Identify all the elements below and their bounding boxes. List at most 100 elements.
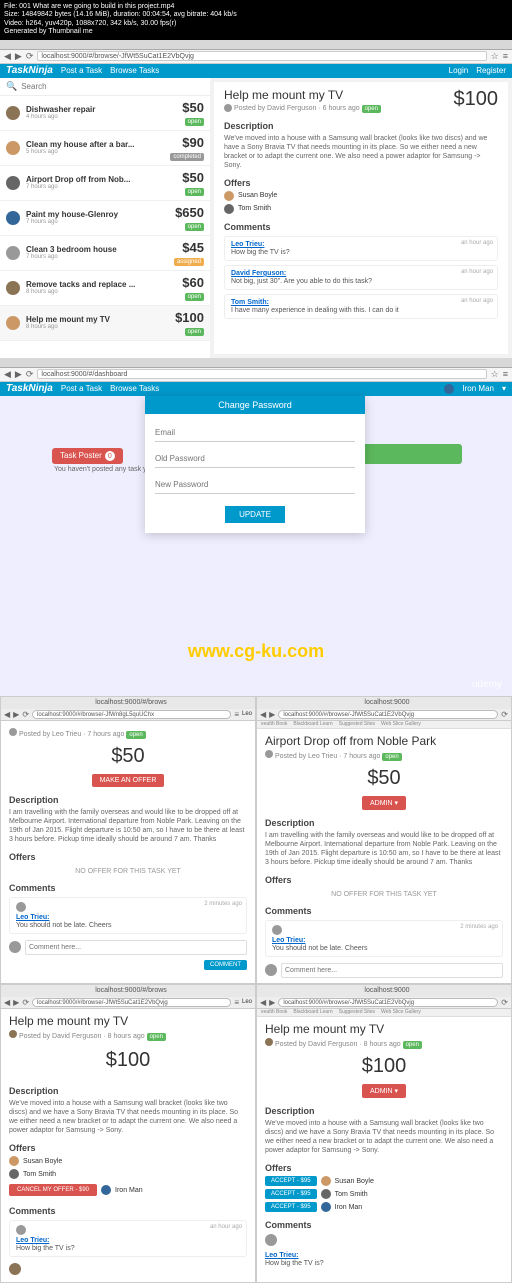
old-password-field[interactable] [155, 450, 355, 468]
url-input[interactable]: localhost:9000/#/dashboard [37, 369, 486, 379]
admin-button[interactable]: ADMIN ▾ [362, 1084, 406, 1098]
task-item[interactable]: Airport Drop off from Nob...7 hours ago$… [0, 166, 210, 201]
status-badge: open [185, 328, 204, 336]
comment-author[interactable]: Leo Trieu: [231, 241, 491, 248]
section-description: Description [265, 1106, 503, 1116]
bookmark[interactable]: Web Slice Gallery [381, 1009, 421, 1015]
task-item[interactable]: Remove tacks and replace ...8 hours ago$… [0, 271, 210, 306]
offer-name[interactable]: Tom Smith [335, 1191, 368, 1198]
star-icon[interactable]: ☆ [491, 369, 499, 380]
nav-user[interactable]: Iron Man [462, 384, 494, 393]
chevron-down-icon[interactable]: ▾ [502, 384, 506, 393]
new-password-field[interactable] [155, 476, 355, 494]
comment-author[interactable]: Leo Trieu: [16, 914, 240, 921]
email-field[interactable] [155, 424, 355, 442]
back-icon[interactable]: ◀ [260, 998, 266, 1007]
reload-icon[interactable]: ⟳ [26, 369, 34, 380]
comment-button[interactable]: COMMENT [204, 960, 247, 970]
avatar [16, 902, 26, 912]
url-input[interactable]: localhost:9000/#/browse/-JfWt5SuCat1E2Vb… [32, 998, 231, 1007]
bookmark[interactable]: eealth Book [261, 721, 287, 727]
nav-post-task[interactable]: Post a Task [61, 384, 102, 393]
offer-name[interactable]: Iron Man [115, 1187, 143, 1194]
cancel-offer-button[interactable]: CANCEL MY OFFER - $90 [9, 1184, 97, 1196]
comment-author[interactable]: Leo Trieu: [272, 937, 496, 944]
bookmark[interactable]: Blackboard Learn [293, 721, 332, 727]
offer-name[interactable]: Tom Smith [23, 1171, 56, 1178]
menu-icon[interactable]: ≡ [503, 51, 508, 61]
nav-browse-tasks[interactable]: Browse Tasks [110, 66, 159, 75]
brand-logo[interactable]: TaskNinja [6, 65, 53, 76]
star-icon[interactable]: ☆ [491, 51, 499, 62]
nav-post-task[interactable]: Post a Task [61, 66, 102, 75]
detail-price: $50 [265, 767, 503, 790]
task-detail: Help me mount my TV Posted by David Ferg… [214, 82, 508, 354]
accept-button[interactable]: ACCEPT - $95 [265, 1189, 317, 1199]
comment-author[interactable]: David Ferguson: [231, 270, 491, 277]
accept-button[interactable]: ACCEPT - $95 [265, 1176, 317, 1186]
bookmark[interactable]: Suggested Sites [339, 721, 375, 727]
url-input[interactable]: localhost:9000/#/browse/-JfWt5SuCat1E2Vb… [278, 710, 498, 719]
offer-name[interactable]: Iron Man [335, 1204, 363, 1211]
forward-icon[interactable]: ▶ [13, 710, 19, 719]
nav-user[interactable]: Leo [242, 999, 252, 1005]
make-offer-button[interactable]: MAKE AN OFFER [92, 774, 165, 787]
back-icon[interactable]: ◀ [4, 710, 10, 719]
forward-icon[interactable]: ▶ [269, 710, 275, 719]
forward-icon[interactable]: ▶ [15, 51, 22, 62]
comment-author[interactable]: Tom Smith: [231, 299, 491, 306]
back-icon[interactable]: ◀ [260, 710, 266, 719]
avatar[interactable] [444, 384, 454, 394]
bookmark[interactable]: Suggested Sites [339, 1009, 375, 1015]
back-icon[interactable]: ◀ [4, 51, 11, 62]
accept-button[interactable]: ACCEPT - $95 [265, 1202, 317, 1212]
bookmark[interactable]: eealth Book [261, 1009, 287, 1015]
admin-button[interactable]: ADMIN ▾ [362, 796, 406, 810]
task-item[interactable]: Paint my house-Glenroy7 hours ago$650ope… [0, 201, 210, 236]
nav-login[interactable]: Login [449, 66, 469, 75]
reload-icon[interactable]: ⟳ [22, 710, 29, 719]
back-icon[interactable]: ◀ [4, 998, 10, 1007]
section-description: Description [9, 1086, 247, 1096]
task-item[interactable]: Dishwasher repair4 hours ago$50open [0, 96, 210, 131]
comment-input[interactable] [281, 963, 503, 978]
task-item[interactable]: Clean 3 bedroom house7 hours ago$45assig… [0, 236, 210, 271]
url-input[interactable]: localhost:9000/#/browse/-JfWn8gL5quUChx [32, 710, 231, 719]
forward-icon[interactable]: ▶ [13, 998, 19, 1007]
bookmark[interactable]: Web Slice Gallery [381, 721, 421, 727]
detail-title: Airport Drop off from Noble Park [265, 734, 503, 748]
url-input[interactable]: localhost:9000/#/browse/-JfWt5SuCat1E2Vb… [278, 998, 498, 1007]
forward-icon[interactable]: ▶ [269, 998, 275, 1007]
task-item[interactable]: Help me mount my TV8 hours ago$100open [0, 306, 210, 341]
task-item[interactable]: Clean my house after a bar...5 hours ago… [0, 131, 210, 166]
reload-icon[interactable]: ⟳ [26, 51, 34, 62]
reload-icon[interactable]: ⟳ [501, 998, 508, 1007]
task-sub: 7 hours ago [26, 184, 176, 190]
bookmark[interactable]: Blackboard Learn [293, 1009, 332, 1015]
offer-name[interactable]: Susan Boyle [23, 1158, 62, 1165]
url-input[interactable]: localhost:9000/#/browse/-JfWt5SuCat1E2Vb… [37, 51, 486, 61]
menu-icon[interactable]: ≡ [503, 369, 508, 379]
task-title: Clean my house after a bar... [26, 140, 164, 149]
address-bar: ◀ ▶ ⟳ localhost:9000/#/dashboard ☆ ≡ [0, 368, 512, 382]
offer-name[interactable]: Susan Boyle [335, 1178, 374, 1185]
nav-user[interactable]: Leo [242, 711, 252, 717]
nav-browse-tasks[interactable]: Browse Tasks [110, 384, 159, 393]
comment-author[interactable]: Leo Trieu: [265, 1252, 503, 1259]
brand-logo[interactable]: TaskNinja [6, 383, 53, 394]
menu-icon[interactable]: ≡ [234, 710, 239, 719]
reload-icon[interactable]: ⟳ [501, 710, 508, 719]
reload-icon[interactable]: ⟳ [22, 998, 29, 1007]
search-input[interactable] [21, 82, 204, 91]
comment-author[interactable]: Leo Trieu: [16, 1237, 240, 1244]
forward-icon[interactable]: ▶ [15, 369, 22, 380]
search-icon: 🔍 [6, 81, 17, 92]
update-button[interactable]: UPDATE [225, 506, 285, 523]
task-price: $650 [175, 205, 204, 220]
menu-icon[interactable]: ≡ [234, 998, 239, 1007]
offer-name[interactable]: Tom Smith [238, 205, 271, 212]
offer-name[interactable]: Susan Boyle [238, 192, 277, 199]
nav-register[interactable]: Register [476, 66, 506, 75]
back-icon[interactable]: ◀ [4, 369, 11, 380]
comment-input[interactable] [25, 940, 247, 955]
